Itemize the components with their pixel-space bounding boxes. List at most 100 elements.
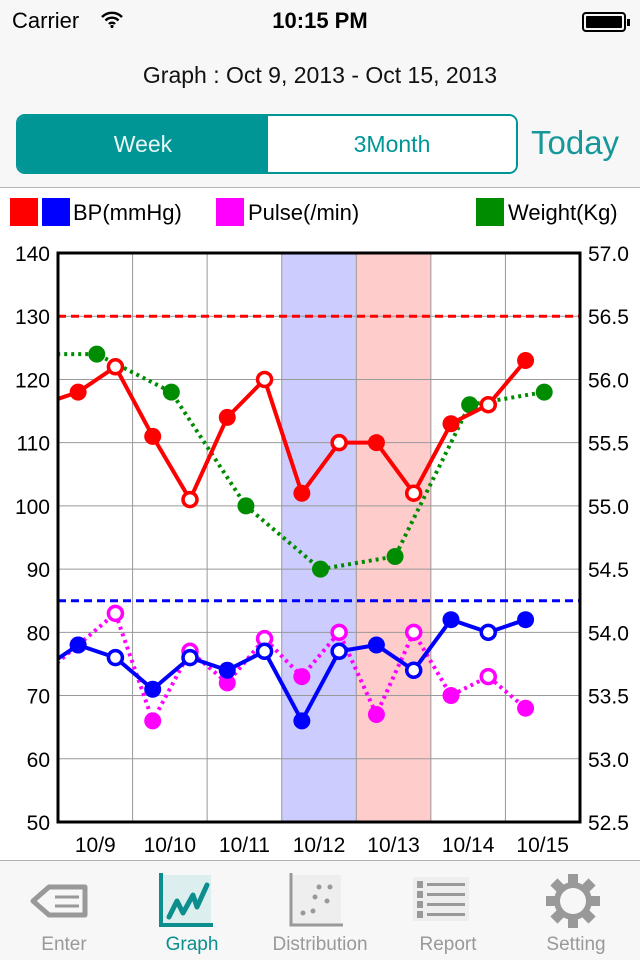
right-tick-label: 53.0 (588, 749, 629, 772)
status-bar: Carrier 10:15 PM (0, 0, 640, 40)
legend-pulse: Pulse(/min) (248, 200, 360, 225)
clock: 10:15 PM (272, 8, 368, 33)
segment-week[interactable]: Week (18, 116, 268, 172)
diastolic-point (517, 611, 535, 629)
legend-weight: Weight(Kg) (508, 200, 618, 225)
tab-enter[interactable]: Enter (0, 861, 128, 960)
systolic-point (442, 415, 460, 433)
systolic-point (367, 434, 385, 452)
weight-point (535, 383, 553, 401)
left-tick-label: 120 (15, 369, 50, 392)
pulse-point (367, 706, 385, 724)
tab-bar: Enter Graph Distribution Report Setting (0, 860, 640, 960)
pulse-point (517, 699, 535, 717)
diastolic-point (442, 611, 460, 629)
diastolic-point (255, 642, 274, 661)
pulse-point (144, 712, 162, 730)
gear-icon (546, 874, 600, 928)
weight-point (162, 383, 180, 401)
pulse-point (479, 667, 498, 686)
tab-label: Setting (546, 934, 606, 955)
x-tick-label: 10/11 (219, 834, 270, 857)
period-segmented-control[interactable]: Week 3Month (16, 114, 518, 174)
x-tick-label: 10/10 (144, 834, 197, 857)
systolic-point (144, 427, 162, 445)
diastolic-point (330, 642, 348, 661)
left-tick-label: 80 (27, 622, 50, 645)
left-tick-label: 60 (27, 749, 50, 772)
pulse-point (330, 623, 348, 642)
right-tick-label: 54.0 (588, 622, 629, 645)
weight-point (237, 497, 255, 515)
tab-report[interactable]: Report (384, 861, 512, 960)
enter-icon (30, 884, 88, 918)
systolic-point (69, 383, 87, 401)
weekly-graph: 50 52.5 60 53.0 70 53.5 80 54.0 90 54.5 100 55.0 110… (15, 243, 629, 857)
diastolic-point (479, 623, 498, 642)
diastolic-point (181, 648, 199, 667)
x-tick-label: 10/12 (293, 834, 346, 857)
battery-icon (582, 12, 630, 32)
diastolic-point (218, 661, 236, 679)
tab-distribution[interactable]: Distribution (256, 861, 384, 960)
x-tick-label: 10/9 (75, 834, 116, 857)
left-tick-label: 50 (27, 812, 50, 835)
systolic-point (218, 408, 236, 426)
header: Carrier 10:15 PM Graph : Oct 9, 2013 - O… (0, 0, 640, 188)
weight-point (386, 547, 404, 565)
systolic-point (479, 395, 498, 414)
x-tick-label: 10/15 (516, 834, 569, 857)
right-tick-label: 53.5 (588, 686, 629, 709)
page-title: Graph : Oct 9, 2013 - Oct 15, 2013 (142, 62, 498, 88)
weight-point (88, 345, 106, 363)
systolic-point (330, 433, 348, 452)
right-tick-label: 55.0 (588, 496, 629, 519)
pulse-point (442, 687, 460, 705)
distribution-icon (289, 873, 343, 927)
tab-label: Enter (41, 934, 87, 955)
highlight-10/13 (356, 253, 431, 822)
left-tick-label: 100 (15, 496, 50, 519)
right-tick-label: 54.5 (588, 559, 629, 582)
systolic-point (404, 484, 423, 502)
systolic-point (517, 351, 535, 369)
systolic-point (106, 358, 125, 376)
right-tick-label: 55.5 (588, 433, 629, 456)
x-tick-label: 10/13 (367, 834, 420, 857)
left-tick-label: 140 (15, 243, 50, 266)
tab-graph[interactable]: Graph (128, 861, 256, 960)
diastolic-point (69, 636, 87, 654)
right-tick-label: 56.5 (588, 306, 629, 329)
pulse-point (106, 604, 125, 623)
tab-setting[interactable]: Setting (512, 861, 640, 960)
weight-point (311, 560, 329, 578)
legend-systolic-swatch (10, 198, 38, 226)
systolic-point (255, 370, 274, 389)
tab-label: Report (419, 934, 477, 955)
diastolic-point (293, 712, 311, 730)
legend: BP(mmHg) Pulse(/min) Weight(Kg) (0, 196, 640, 230)
legend-pulse-swatch (216, 198, 244, 226)
tab-label: Graph (165, 934, 219, 955)
right-tick-label: 52.5 (588, 812, 629, 835)
diastolic-point (144, 680, 162, 698)
report-icon (413, 877, 469, 921)
legend-bp: BP(mmHg) (73, 200, 182, 225)
systolic-point (293, 484, 311, 502)
x-tick-label: 10/14 (442, 834, 495, 857)
tab-label: Distribution (272, 934, 368, 955)
left-tick-label: 130 (15, 306, 50, 329)
diastolic-point (367, 636, 385, 654)
legend-weight-swatch (476, 198, 504, 226)
highlight-10/12 (281, 253, 357, 822)
left-tick-label: 90 (27, 559, 50, 582)
diastolic-point (404, 661, 423, 680)
right-tick-label: 56.0 (588, 369, 629, 392)
right-tick-label: 57.0 (588, 243, 629, 266)
systolic-point (181, 490, 199, 509)
diastolic-point (106, 648, 125, 667)
today-button[interactable]: Today (531, 124, 619, 162)
segment-3month[interactable]: 3Month (268, 116, 516, 172)
pulse-point (293, 668, 311, 686)
graph-icon (159, 873, 213, 927)
